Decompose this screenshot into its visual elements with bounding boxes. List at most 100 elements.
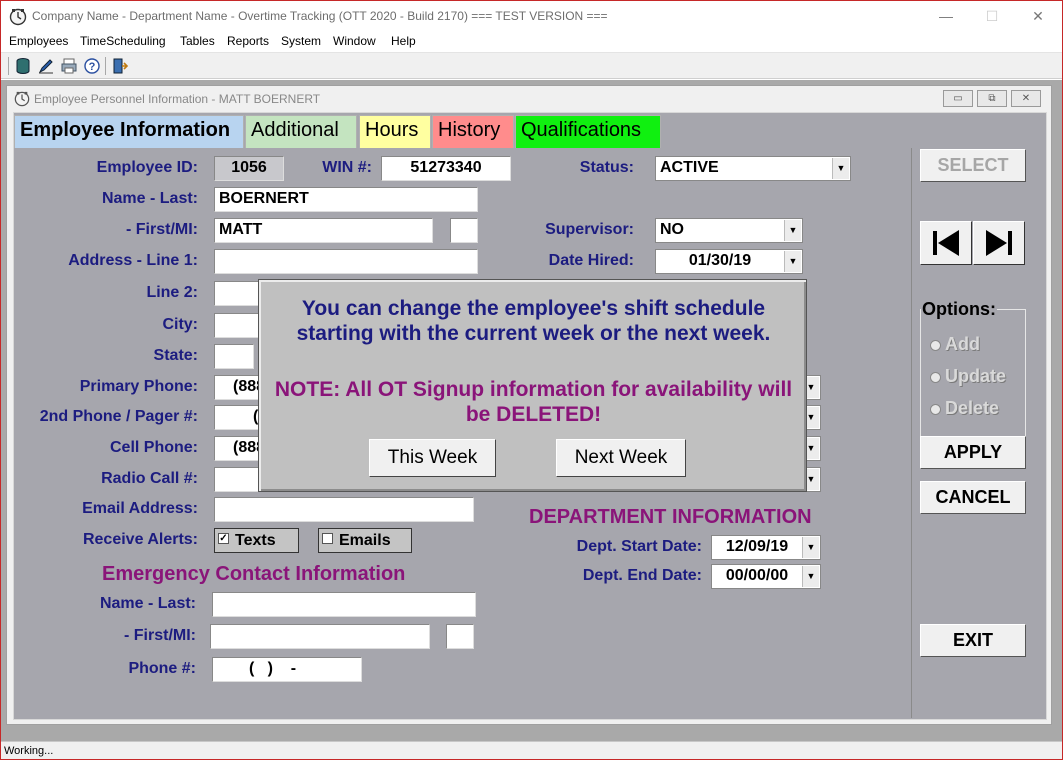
child-restore-button[interactable]: ⧉	[977, 90, 1007, 107]
tab-qualifications[interactable]: Qualifications	[515, 115, 661, 148]
first-name-field[interactable]: MATT	[214, 218, 433, 243]
middle-initial-field[interactable]	[450, 218, 478, 243]
radio-icon	[930, 371, 941, 383]
emergency-phone-label: Phone #:	[128, 660, 196, 677]
child-close-button[interactable]: ✕	[1011, 90, 1041, 107]
close-button[interactable]: ✕	[1015, 5, 1061, 27]
supervisor-combo[interactable]: NO ▼	[655, 218, 803, 243]
win-label: WIN #:	[322, 159, 372, 176]
option-update-radio[interactable]: Update	[930, 366, 1006, 387]
options-label: Options:	[921, 299, 997, 320]
second-phone-label: 2nd Phone / Pager #:	[39, 408, 198, 425]
clock-icon	[14, 91, 30, 107]
toolbar-separator	[8, 57, 9, 75]
previous-record-button[interactable]	[920, 221, 972, 265]
option-update-label: Update	[945, 366, 1007, 386]
child-title-bar: Employee Personnel Information - MATT BO…	[7, 86, 1051, 112]
chevron-down-icon[interactable]: ▼	[832, 158, 849, 179]
status-bar: Working...	[1, 741, 1062, 759]
menu-system[interactable]: System	[281, 34, 321, 48]
primary-phone-label: Primary Phone:	[79, 378, 198, 395]
emails-checkbox[interactable]: Emails	[318, 528, 412, 553]
option-delete-label: Delete	[945, 398, 1000, 418]
cell-phone-label: Cell Phone:	[109, 439, 198, 456]
name-last-field[interactable]: BOERNERT	[214, 187, 478, 212]
radio-icon	[930, 339, 941, 351]
exit-button[interactable]: EXIT	[920, 624, 1026, 657]
date-hired-label: Date Hired:	[548, 252, 634, 269]
child-window-title: Employee Personnel Information - MATT BO…	[34, 92, 321, 106]
menu-help[interactable]: Help	[391, 34, 416, 48]
tab-hours[interactable]: Hours	[359, 115, 431, 148]
database-icon[interactable]	[14, 57, 32, 75]
state-label: State:	[153, 347, 198, 364]
title-bar: Company Name - Department Name - Overtim…	[1, 1, 1062, 31]
date-hired-value: 01/30/19	[688, 252, 752, 269]
chevron-down-icon[interactable]: ▼	[784, 220, 801, 241]
city-label: City:	[162, 316, 198, 333]
option-add-radio[interactable]: Add	[930, 334, 980, 355]
menu-tables[interactable]: Tables	[180, 34, 215, 48]
address-line1-field[interactable]	[214, 249, 478, 274]
dept-start-date-label: Dept. Start Date:	[576, 538, 702, 555]
receive-alerts-label: Receive Alerts:	[82, 531, 198, 548]
tab-employee-information[interactable]: Employee Information	[14, 115, 244, 148]
checkmark-icon: ✓	[218, 533, 229, 544]
svg-text:?: ?	[89, 61, 96, 73]
emergency-name-last-field[interactable]	[212, 592, 476, 617]
emergency-first-name-field[interactable]	[210, 624, 430, 649]
help-icon[interactable]: ?	[83, 57, 101, 75]
minimize-button[interactable]: —	[923, 5, 969, 27]
chevron-down-icon[interactable]: ▼	[784, 251, 801, 272]
win-field[interactable]: 51273340	[381, 156, 511, 181]
menu-reports[interactable]: Reports	[227, 34, 269, 48]
emergency-mi-field[interactable]	[446, 624, 474, 649]
chevron-down-icon[interactable]: ▼	[802, 537, 819, 558]
next-record-button[interactable]	[973, 221, 1025, 265]
radio-call-label: Radio Call #:	[101, 470, 198, 487]
option-add-label: Add	[945, 334, 980, 354]
shift-schedule-dialog: You can change the employee's shift sche…	[258, 279, 807, 492]
toolbar-separator	[105, 57, 106, 75]
child-minimize-button[interactable]: ▭	[943, 90, 973, 107]
email-field[interactable]	[214, 497, 474, 522]
apply-button[interactable]: APPLY	[920, 436, 1026, 469]
dialog-note: NOTE: All OT Signup information for avai…	[274, 378, 793, 426]
maximize-button[interactable]: ☐	[969, 5, 1015, 27]
option-delete-radio[interactable]: Delete	[930, 398, 999, 419]
email-label: Email Address:	[82, 500, 198, 517]
menu-timescheduling[interactable]: TimeScheduling	[80, 34, 166, 48]
select-button[interactable]: SELECT	[920, 149, 1026, 182]
this-week-button[interactable]: This Week	[369, 439, 496, 477]
next-week-button[interactable]: Next Week	[556, 439, 686, 477]
dept-end-date-label: Dept. End Date:	[582, 567, 702, 584]
emails-checkbox-label: Emails	[339, 532, 391, 549]
dept-start-date-value: 12/09/19	[725, 538, 789, 555]
menu-window[interactable]: Window	[333, 34, 376, 48]
status-value: ACTIVE	[660, 159, 719, 176]
emergency-name-last-label: Name - Last:	[99, 595, 196, 612]
edit-pencil-icon[interactable]	[37, 57, 55, 75]
clock-icon	[9, 8, 27, 26]
dialog-message: You can change the employee's shift sche…	[296, 297, 771, 345]
tab-additional[interactable]: Additional	[245, 115, 357, 148]
texts-checkbox[interactable]: ✓ Texts	[214, 528, 299, 553]
exit-door-icon[interactable]	[111, 57, 129, 75]
toolbar: ?	[1, 53, 1062, 79]
status-text: Working...	[4, 745, 54, 757]
dept-end-date-combo[interactable]: 00/00/00 ▼	[711, 564, 821, 589]
dept-start-date-combo[interactable]: 12/09/19 ▼	[711, 535, 821, 560]
supervisor-value: NO	[660, 221, 684, 238]
state-field[interactable]	[214, 344, 254, 369]
menu-employees[interactable]: Employees	[9, 34, 68, 48]
chevron-down-icon[interactable]: ▼	[802, 566, 819, 587]
cancel-button[interactable]: CANCEL	[920, 481, 1026, 514]
tab-history[interactable]: History	[432, 115, 514, 148]
status-combo[interactable]: ACTIVE ▼	[655, 156, 851, 181]
name-last-label: Name - Last:	[101, 190, 198, 207]
supervisor-label: Supervisor:	[545, 221, 634, 238]
emergency-phone-field[interactable]: ( ) -	[212, 657, 362, 682]
date-hired-combo[interactable]: 01/30/19 ▼	[655, 249, 803, 274]
printer-icon[interactable]	[60, 57, 78, 75]
skip-forward-icon	[986, 230, 1012, 256]
